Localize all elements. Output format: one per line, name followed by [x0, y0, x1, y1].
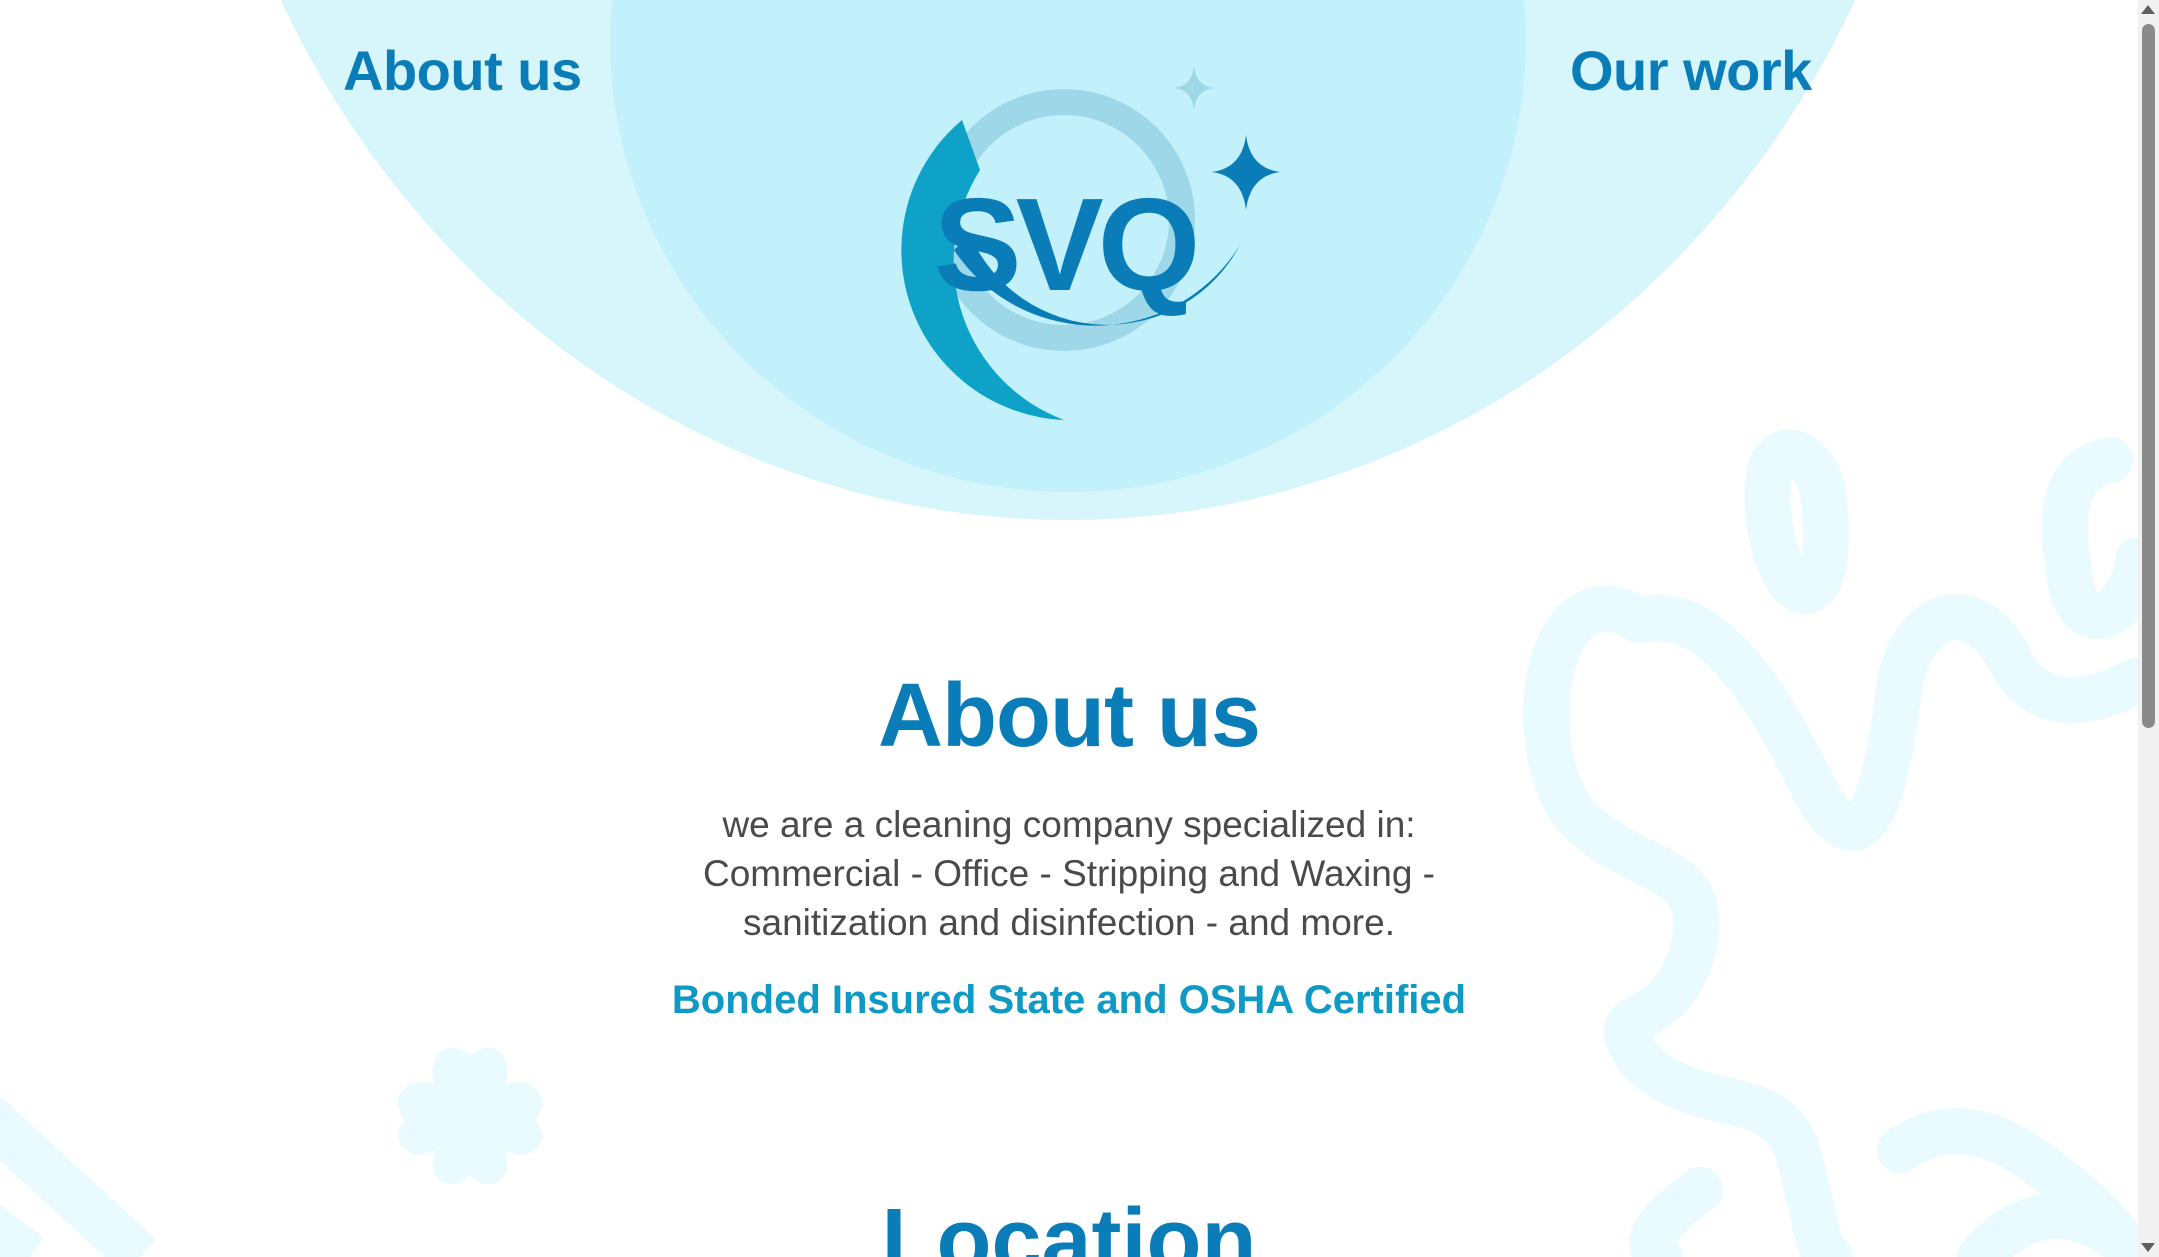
small-sparkle-icon [1174, 66, 1214, 110]
about-description-line: we are a cleaning company specialized in… [722, 804, 1416, 845]
svq-logo[interactable]: SVQ [884, 60, 1304, 440]
logo-graphic: SVQ [901, 66, 1280, 420]
sparkle-icon [1212, 135, 1280, 210]
nav-link-our-work[interactable]: Our work [1570, 38, 1812, 103]
about-description: we are a cleaning company specialized in… [619, 800, 1519, 947]
page: About us Our work SVQ About us we are a … [0, 0, 2138, 1257]
certification-text: Bonded Insured State and OSHA Certified [671, 978, 1467, 1022]
scrollbar-thumb[interactable] [2142, 24, 2155, 728]
about-title: About us [878, 666, 1261, 766]
squiggle-decoration [1523, 429, 2138, 1257]
about-description-line: Commercial - Office - Stripping and Waxi… [702, 853, 1435, 894]
scroll-down-arrow-icon[interactable] [2141, 1243, 2155, 1252]
scroll-up-arrow-icon[interactable] [2141, 5, 2155, 14]
vertical-scrollbar[interactable] [2138, 0, 2159, 1257]
plus-decoration [397, 1047, 543, 1185]
nav-link-about[interactable]: About us [343, 38, 582, 103]
about-description-line: sanitization and disinfection - and more… [743, 902, 1395, 943]
location-title: Location [881, 1191, 1257, 1257]
logo-text: SVQ [934, 171, 1196, 318]
